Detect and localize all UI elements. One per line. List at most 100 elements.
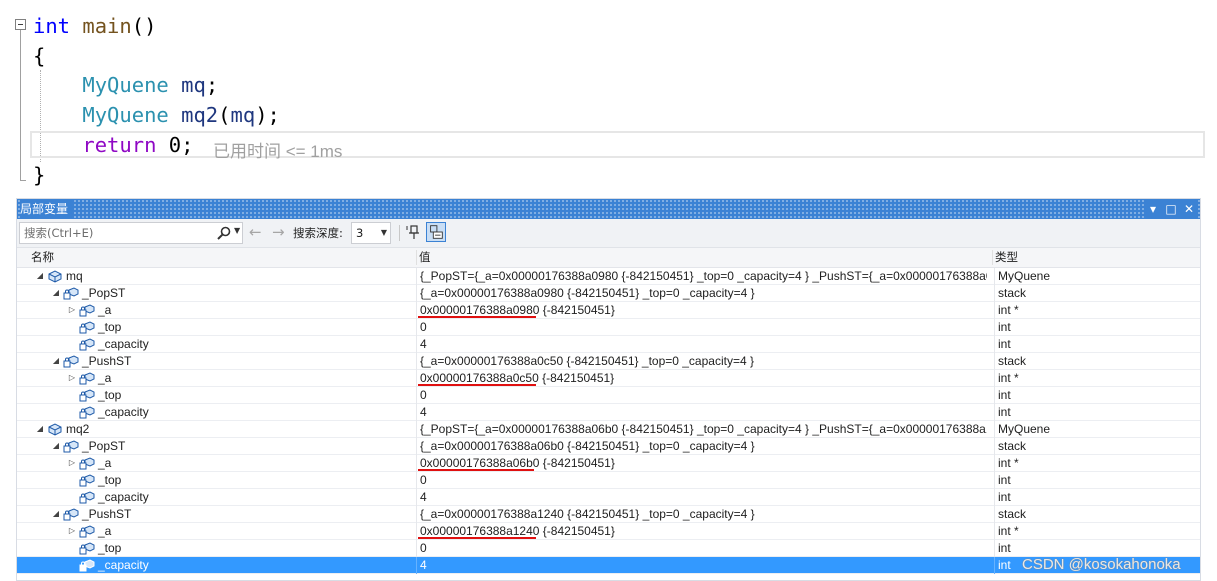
locals-row-type-text: int bbox=[998, 337, 1011, 351]
collapse-icon[interactable] bbox=[15, 19, 26, 30]
column-header-type[interactable]: 类型 bbox=[995, 248, 1018, 267]
open-brace: { bbox=[33, 44, 46, 68]
locals-row-type: MyQuene bbox=[994, 421, 1195, 438]
column-divider[interactable] bbox=[416, 250, 417, 265]
fold-guide-end bbox=[20, 180, 26, 181]
collapse-triangle-icon[interactable]: ◢ bbox=[35, 421, 45, 438]
expand-triangle-icon[interactable]: ▷ bbox=[67, 523, 77, 540]
locals-row-name-cell: ◢ mq2 bbox=[17, 421, 409, 438]
locals-row[interactable]: ▷ _a 0x00000176388a0980 {-842150451} int * bbox=[17, 302, 1200, 319]
close-button[interactable]: ✕ bbox=[1180, 199, 1198, 219]
expand-triangle-icon[interactable]: ▷ bbox=[67, 370, 77, 387]
locals-row-type: int bbox=[994, 404, 1195, 421]
code-line-1[interactable]: int main() bbox=[33, 12, 156, 40]
locals-row[interactable]: ◢ _PopST {_a=0x00000176388a0980 {-84215045… bbox=[17, 285, 1200, 302]
search-depth-select[interactable]: 3 ▼ bbox=[351, 222, 391, 244]
code-line-4[interactable]: MyQuene mq2(mq); bbox=[33, 101, 280, 129]
locals-row[interactable]: ▷ _a 0x00000176388a1240 {-842150451} int * bbox=[17, 523, 1200, 540]
locals-row[interactable]: ▷ _a 0x00000176388a0c50 {-842150451} int * bbox=[17, 370, 1200, 387]
locals-row-name: _PushST bbox=[82, 354, 132, 368]
locals-row-type: int bbox=[994, 319, 1195, 336]
pin-icon[interactable] bbox=[405, 224, 421, 240]
locals-row[interactable]: ◢ _PopST {_a=0x00000176388a06b0 {-84215045… bbox=[17, 438, 1200, 455]
locals-row[interactable]: _top 0 int bbox=[17, 540, 1200, 557]
locals-row-type: int bbox=[994, 336, 1195, 353]
locals-row-value[interactable]: {_a=0x00000176388a1240 {-842150451} _top… bbox=[416, 506, 987, 523]
locals-row-value[interactable]: 0 bbox=[416, 540, 987, 557]
window-dropdown-button[interactable]: ▾ bbox=[1144, 199, 1162, 219]
code-line-3[interactable]: MyQuene mq; bbox=[33, 71, 218, 99]
locals-row-value[interactable]: 0 bbox=[416, 387, 987, 404]
back-arrow-button[interactable]: ← bbox=[249, 222, 262, 242]
locals-row[interactable]: ◢ _PushST {_a=0x00000176388a1240 {-8421504… bbox=[17, 506, 1200, 523]
maximize-button[interactable]: □ bbox=[1162, 199, 1180, 219]
chevron-down-icon[interactable]: ▼ bbox=[234, 226, 240, 235]
field-icon bbox=[79, 559, 95, 572]
locals-row-name-cell: ▷ _a bbox=[17, 370, 409, 387]
elapsed-time-hint: 已用时间 <= 1ms bbox=[213, 142, 343, 161]
locals-row-value[interactable]: 0 bbox=[416, 472, 987, 489]
forward-arrow-button[interactable]: → bbox=[272, 222, 285, 242]
collapse-triangle-icon[interactable]: ◢ bbox=[51, 506, 61, 523]
locals-row-name-cell: ▷ _a bbox=[17, 302, 409, 319]
locals-row[interactable]: _capacity 4 int bbox=[17, 336, 1200, 353]
code-line-5[interactable]: return 0; bbox=[33, 131, 193, 159]
locals-row[interactable]: _top 0 int bbox=[17, 319, 1200, 336]
locals-row-value[interactable]: {_PopST={_a=0x00000176388a06b0 {-8421504… bbox=[416, 421, 987, 438]
type-name: MyQuene bbox=[82, 103, 169, 127]
locals-row-value[interactable]: {_a=0x00000176388a0c50 {-842150451} _top… bbox=[416, 353, 987, 370]
collapse-triangle-icon[interactable]: ◢ bbox=[51, 285, 61, 302]
locals-titlebar[interactable]: 局部变量 ▾ □ ✕ bbox=[17, 199, 1200, 219]
locals-row[interactable]: _capacity 4 int bbox=[17, 489, 1200, 506]
code-editor[interactable]: int main() { MyQuene mq; MyQuene mq2(mq)… bbox=[0, 0, 1217, 196]
locals-row[interactable]: ◢ _PushST {_a=0x00000176388a0c50 {-8421504… bbox=[17, 353, 1200, 370]
toolbar-separator bbox=[399, 225, 400, 241]
collapse-triangle-icon[interactable]: ◢ bbox=[35, 268, 45, 285]
column-divider[interactable] bbox=[992, 250, 993, 265]
collapse-triangle-icon[interactable]: ◢ bbox=[51, 353, 61, 370]
locals-row-value[interactable]: 0x00000176388a0980 {-842150451} bbox=[416, 302, 987, 319]
struct-field-icon bbox=[63, 508, 79, 521]
locals-row-type: int bbox=[994, 472, 1195, 489]
locals-row[interactable]: ◢ mq {_PopST={_a=0x00000176388a0980 {-8421… bbox=[17, 268, 1200, 285]
locals-row-value[interactable]: 4 bbox=[416, 336, 987, 353]
field-icon bbox=[79, 542, 95, 555]
locals-row-value[interactable]: {_a=0x00000176388a06b0 {-842150451} _top… bbox=[416, 438, 987, 455]
column-header-value[interactable]: 值 bbox=[419, 248, 431, 267]
search-box[interactable]: ▼ bbox=[19, 222, 243, 244]
locals-row[interactable]: _top 0 int bbox=[17, 387, 1200, 404]
code-line-6[interactable]: } bbox=[33, 161, 45, 189]
locals-row[interactable]: ◢ mq2 {_PopST={_a=0x00000176388a06b0 {-842… bbox=[17, 421, 1200, 438]
locals-row-name: _a bbox=[98, 524, 112, 538]
code-line-2[interactable]: { bbox=[33, 42, 45, 70]
locals-row-value[interactable]: 4 bbox=[416, 557, 987, 574]
field-icon bbox=[79, 474, 95, 487]
struct-field-icon bbox=[63, 440, 79, 453]
locals-row[interactable]: ▷ _a 0x00000176388a06b0 {-842150451} int * bbox=[17, 455, 1200, 472]
collapse-triangle-icon[interactable]: ◢ bbox=[51, 438, 61, 455]
locals-row-value[interactable]: 4 bbox=[416, 489, 987, 506]
hex-display-icon[interactable] bbox=[426, 222, 446, 242]
locals-row-value[interactable]: 0x00000176388a0c50 {-842150451} bbox=[416, 370, 987, 387]
current-line-highlight bbox=[30, 131, 1205, 158]
expand-triangle-icon[interactable]: ▷ bbox=[67, 302, 77, 319]
locals-row-name: _capacity bbox=[98, 337, 149, 351]
locals-row-name-cell: _capacity bbox=[17, 489, 409, 506]
search-depth-value: 3 bbox=[356, 226, 364, 240]
locals-row-value[interactable]: {_a=0x00000176388a0980 {-842150451} _top… bbox=[416, 285, 987, 302]
expand-triangle-icon[interactable]: ▷ bbox=[67, 455, 77, 472]
locals-row[interactable]: _capacity 4 int bbox=[17, 404, 1200, 421]
locals-row[interactable]: _top 0 int bbox=[17, 472, 1200, 489]
locals-row-value-text: 0 bbox=[420, 473, 427, 487]
locals-row-value[interactable]: 4 bbox=[416, 404, 987, 421]
column-header-name[interactable]: 名称 bbox=[31, 248, 54, 267]
locals-row-value-text: 4 bbox=[420, 490, 427, 504]
locals-row-type: int * bbox=[994, 302, 1195, 319]
locals-row-name-cell: _top bbox=[17, 472, 409, 489]
locals-row-value[interactable]: {_PopST={_a=0x00000176388a0980 {-8421504… bbox=[416, 268, 987, 285]
search-icon[interactable] bbox=[216, 225, 232, 241]
locals-row-value[interactable]: 0x00000176388a06b0 {-842150451} bbox=[416, 455, 987, 472]
locals-row-value[interactable]: 0 bbox=[416, 319, 987, 336]
search-input[interactable] bbox=[20, 223, 214, 243]
locals-row-value[interactable]: 0x00000176388a1240 {-842150451} bbox=[416, 523, 987, 540]
